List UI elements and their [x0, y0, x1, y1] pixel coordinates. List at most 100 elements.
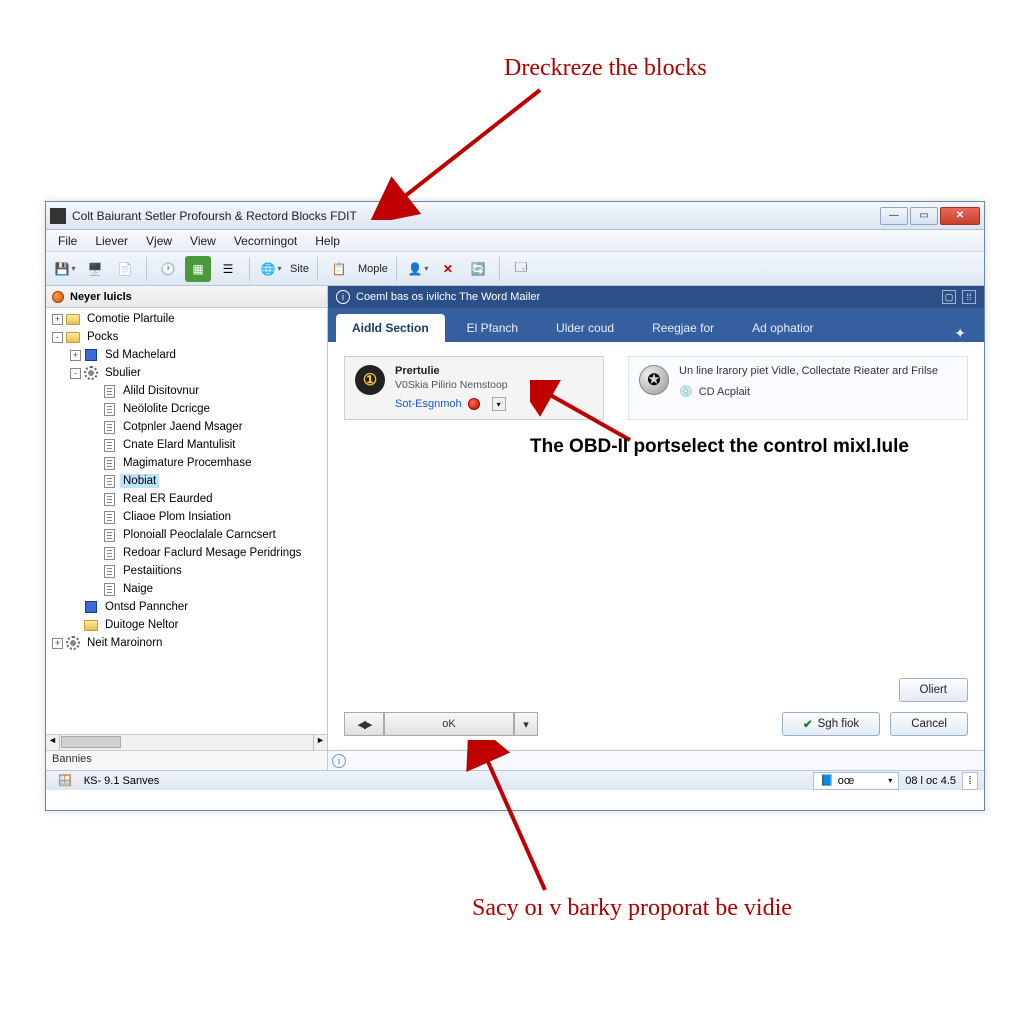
toolbar-mople-label: Mople: [358, 263, 388, 275]
card-info-text: Un line lrarory piet Vidle, Collectate R…: [679, 365, 938, 377]
titlebar[interactable]: Colt Baiurant Setler Profoursh & Rectord…: [46, 202, 984, 230]
toolbar-delete-icon[interactable]: ✕: [435, 256, 461, 282]
tree-item[interactable]: Cotpnler Jaend Msager: [46, 418, 327, 436]
close-button[interactable]: ✕: [940, 207, 980, 225]
menu-file[interactable]: File: [50, 232, 85, 250]
menu-help[interactable]: Help: [307, 232, 348, 250]
toolbar-user-icon[interactable]: 👤: [405, 256, 431, 282]
toolbar-globe-icon[interactable]: 🌐: [258, 256, 284, 282]
toolbar-sheet-icon[interactable]: 📄: [112, 256, 138, 282]
toolbar-site-label: Site: [290, 263, 309, 275]
tab-el-pfanch[interactable]: El Pfanch: [451, 314, 534, 342]
card-subtitle: V0Skia Pilirio Nemstoop: [395, 379, 508, 391]
toolbar: 💾 🖥️ 📄 🕐 ▦ ☰ 🌐 Site 📋 Mople 👤 ✕ 🔄 🗔: [46, 252, 984, 286]
sidebar-footer: Bannies: [46, 750, 327, 770]
menu-vjew[interactable]: Vjew: [138, 232, 180, 250]
toolbar-refresh-icon[interactable]: 🔄: [465, 256, 491, 282]
cancel-button[interactable]: Cancel: [890, 712, 968, 736]
sidebar-hscroll[interactable]: ◄ ►: [46, 734, 327, 750]
expand-icon[interactable]: +: [70, 350, 81, 361]
tree-item[interactable]: Cliaoe Plom Insiation: [46, 508, 327, 526]
cd-icon: 💿: [679, 385, 693, 398]
tree-item[interactable]: -Pocks: [46, 328, 327, 346]
globe-gear-icon: ✪: [639, 365, 669, 395]
nav-controls: ◀▶ oK ▾: [344, 712, 538, 736]
menu-liever[interactable]: Liever: [87, 232, 136, 250]
tree-item-label: Sbulier: [102, 366, 144, 380]
tree-item-label: Alild Disitovnur: [120, 384, 202, 398]
menubar: File Liever Vjew View Vecorningot Help: [46, 230, 984, 252]
tree-item[interactable]: Redoar Faclurd Mesage Peridrings: [46, 544, 327, 562]
toolbar-disk-icon[interactable]: 💾: [52, 256, 78, 282]
tree-item[interactable]: Naige: [46, 580, 327, 598]
tree-item[interactable]: - Sbulier: [46, 364, 327, 382]
folder-icon: [66, 330, 80, 344]
tree-spacer: [88, 458, 99, 469]
client-button[interactable]: Oliert: [899, 678, 968, 702]
status-mid-box[interactable]: 📘oœ ▾: [813, 772, 899, 790]
status-grip-icon[interactable]: ⁞: [962, 772, 978, 790]
tree-item[interactable]: Nobiat: [46, 472, 327, 490]
menu-vecorningot[interactable]: Vecorningot: [226, 232, 305, 250]
expand-icon[interactable]: +: [52, 314, 63, 325]
toolbar-list-icon[interactable]: ☰: [215, 256, 241, 282]
record-icon: [52, 291, 64, 303]
cd-label: CD Acplait: [699, 386, 750, 398]
toolbar-window-icon[interactable]: 🗔: [508, 256, 534, 282]
tree-item-label: Cliaoe Plom Insiation: [120, 510, 234, 524]
collapse-icon[interactable]: -: [70, 368, 81, 379]
toolbar-clock-icon[interactable]: 🕐: [155, 256, 181, 282]
tree-spacer: [88, 404, 99, 415]
tree-item-label: Neit Maroinorn: [84, 636, 165, 650]
tree-item[interactable]: Pestaiitions: [46, 562, 327, 580]
maximize-button[interactable]: ▭: [910, 207, 938, 225]
tree-item[interactable]: +Comotie Plartuile: [46, 310, 327, 328]
card-info[interactable]: ✪ Un line lrarory piet Vidle, Collectate…: [628, 356, 968, 420]
tree-spacer: [88, 548, 99, 559]
tree-item[interactable]: Alild Disitovnur: [46, 382, 327, 400]
collapse-icon[interactable]: -: [52, 332, 63, 343]
info-icon: i: [336, 290, 350, 304]
card-prertulie[interactable]: ① Prertulie V0Skia Pilirio Nemstoop Sot-…: [344, 356, 604, 420]
tab-ad-ophatior[interactable]: Ad ophatior: [736, 314, 829, 342]
tab-ulder-coud[interactable]: Ulder coud: [540, 314, 630, 342]
tree-item[interactable]: Plonoiall Peoclalale Carncsert: [46, 526, 327, 544]
tree-item[interactable]: +Sd Machelard: [46, 346, 327, 364]
tree-item[interactable]: + Neit Maroinorn: [46, 634, 327, 652]
app-window: Colt Baiurant Setler Profoursh & Rectord…: [45, 201, 985, 811]
tree-item[interactable]: Magimature Procemhase: [46, 454, 327, 472]
toolbar-monitor-icon[interactable]: 🖥️: [82, 256, 108, 282]
toolbar-doc-icon[interactable]: 📋: [326, 256, 352, 282]
ok-button[interactable]: ✔Sgh fiok: [782, 712, 880, 736]
panel-grid-icon[interactable]: ⁞⁞: [962, 290, 976, 304]
tab-add-icon[interactable]: ✦: [944, 325, 976, 342]
nav-dropdown-button[interactable]: ▾: [514, 712, 538, 736]
expand-icon[interactable]: +: [52, 638, 63, 649]
tree-spacer: [88, 476, 99, 487]
tree-item-label: Cotpnler Jaend Msager: [120, 420, 246, 434]
panel-min-icon[interactable]: ▢: [942, 290, 956, 304]
tree-item[interactable]: Real ER Eaurded: [46, 490, 327, 508]
tree-spacer: [88, 494, 99, 505]
minimize-button[interactable]: —: [880, 207, 908, 225]
tab-reegjae-for[interactable]: Reegjae for: [636, 314, 730, 342]
tree-item[interactable]: Cnate Elard Mantulisit: [46, 436, 327, 454]
content-header: i Coeml bas os ivilchc The Word Mailer ▢…: [328, 286, 984, 308]
tree-item[interactable]: Neölolite Dcricge: [46, 400, 327, 418]
tree-spacer: [88, 440, 99, 451]
nav-center-button[interactable]: oK: [384, 712, 514, 736]
tab-add-section[interactable]: Aidld Section: [336, 314, 445, 342]
tree-item[interactable]: Duitoge Neltor: [46, 616, 327, 634]
tree-spacer: [88, 530, 99, 541]
card-link[interactable]: Sot-Esgnmoh: [395, 398, 462, 410]
tree-item[interactable]: Ontsd Panncher: [46, 598, 327, 616]
menu-view[interactable]: View: [182, 232, 224, 250]
toolbar-green-icon[interactable]: ▦: [185, 256, 211, 282]
toolbar-separator: [499, 257, 500, 281]
tree-view[interactable]: +Comotie Plartuile-Pocks+Sd Machelard - Sb…: [46, 308, 327, 734]
toolbar-separator: [249, 257, 250, 281]
link-dropdown-icon[interactable]: ▾: [492, 397, 506, 411]
tabstrip: Aidld Section El Pfanch Ulder coud Reegj…: [328, 308, 984, 342]
tree-spacer: [88, 584, 99, 595]
nav-prev-button[interactable]: ◀▶: [344, 712, 384, 736]
